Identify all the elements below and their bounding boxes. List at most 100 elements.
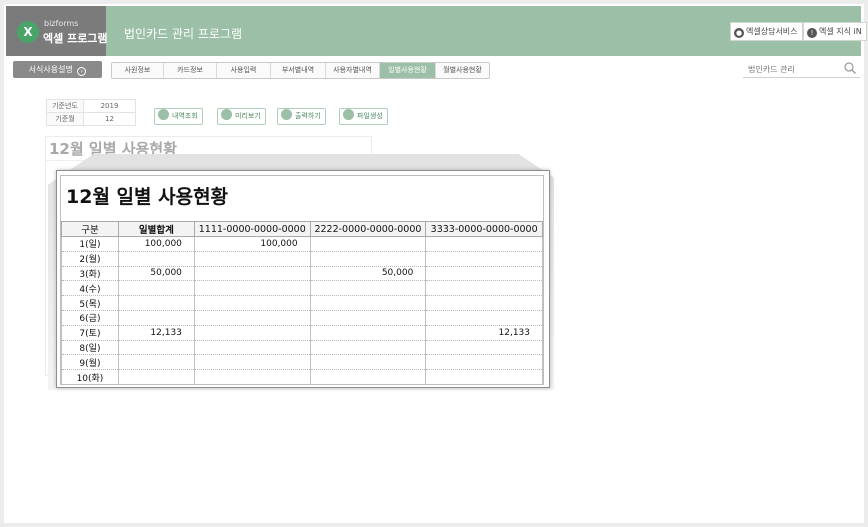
day-cell: 8(일)	[61, 340, 119, 356]
table-row: 2(월)	[61, 251, 543, 267]
day-cell: 10(화)	[61, 369, 119, 384]
table-row: 7(토) 12,133 12,133	[61, 325, 543, 341]
search-input[interactable]	[748, 62, 843, 76]
view-history-button[interactable]: 내역조회	[154, 108, 203, 125]
sheet-content: 12월 일별 사용현황 구분 일별합계 1111-0000-0000-0000 …	[60, 175, 544, 385]
day-cell: 6(금)	[61, 310, 119, 326]
preview-icon	[221, 109, 232, 120]
print-button[interactable]: 출력하기	[277, 108, 326, 125]
card-1111-cell	[193, 340, 311, 356]
card-3333-cell: 12,133	[425, 325, 543, 341]
tab-daily-usage[interactable]: 일별사용현황	[380, 63, 436, 78]
create-file-label: 파일생성	[357, 112, 383, 120]
card-2222-cell	[309, 369, 427, 384]
card-1111-cell	[193, 325, 311, 341]
card-1111-cell	[193, 251, 311, 267]
day-cell: 1(일)	[61, 236, 119, 252]
card-3333-cell	[425, 354, 543, 371]
app-header: X bizforms 엑셀 프로그램 법인카드 관리 프로그램 ● 엑셀상담서비스…	[6, 6, 867, 56]
daily-total-cell: 50,000	[117, 266, 195, 282]
column-header-daily-total: 일별합계	[117, 221, 195, 237]
preview-button[interactable]: 미리보기	[217, 108, 266, 125]
daily-usage-table: 구분 일별합계 1111-0000-0000-0000 2222-0000-00…	[61, 221, 543, 384]
folder-icon	[343, 109, 354, 120]
daily-total-cell	[117, 340, 195, 356]
logo-title: 엑셀 프로그램	[43, 32, 108, 45]
daily-usage-sheet: 12월 일별 사용현황 구분 일별합계 1111-0000-0000-0000 …	[56, 170, 550, 388]
daily-total-cell: 100,000	[117, 236, 195, 252]
table-row: 8(일)	[61, 340, 543, 356]
day-cell: 4(수)	[61, 280, 119, 297]
logo[interactable]: X bizforms 엑셀 프로그램	[6, 6, 108, 56]
card-1111-cell	[193, 280, 311, 297]
table-row: 10(화)	[61, 369, 543, 384]
daily-total-cell	[117, 251, 195, 267]
consult-service-label: 엑셀상담서비스	[746, 27, 798, 36]
daily-total-cell	[117, 295, 195, 311]
column-header-card-3333: 3333-0000-0000-0000	[425, 221, 543, 237]
tab-employee-info[interactable]: 사원정보	[112, 63, 164, 78]
search-box	[743, 60, 860, 78]
card-1111-cell	[193, 266, 311, 282]
tab-usage-entry[interactable]: 사용입력	[217, 63, 271, 78]
daily-total-cell	[117, 369, 195, 384]
search-icon[interactable]	[843, 61, 857, 75]
base-month-value[interactable]: 12	[83, 112, 136, 126]
card-1111-cell	[193, 295, 311, 311]
app-title: 법인카드 관리 프로그램	[124, 27, 243, 41]
card-2222-cell	[309, 280, 427, 297]
view-history-label: 내역조회	[172, 112, 198, 120]
consult-service-button[interactable]: ● 엑셀상담서비스	[730, 22, 803, 41]
excel-logo-icon: X	[17, 21, 39, 43]
card-2222-cell	[309, 251, 427, 267]
day-cell: 3(화)	[61, 266, 119, 282]
list-icon	[158, 109, 169, 120]
knowledge-in-label: 엑셀 지식 iN	[819, 27, 862, 36]
card-2222-cell	[309, 310, 427, 326]
card-3333-cell	[425, 310, 543, 326]
user-icon: ●	[734, 28, 744, 38]
tab-card-info[interactable]: 카드정보	[164, 63, 217, 78]
base-year-label: 기준년도	[46, 99, 84, 113]
column-header-category: 구분	[61, 221, 119, 237]
card-3333-cell	[425, 251, 543, 267]
knowledge-in-button[interactable]: ! 엑셀 지식 iN	[803, 22, 867, 41]
print-label: 출력하기	[295, 112, 321, 120]
card-1111-cell	[193, 369, 311, 384]
usage-guide-label: 서식사용설명	[28, 65, 73, 74]
tab-department-history[interactable]: 부서별내역	[271, 63, 326, 78]
base-year-value[interactable]: 2019	[83, 99, 136, 113]
card-3333-cell	[425, 295, 543, 311]
card-3333-cell	[425, 280, 543, 297]
daily-total-cell	[117, 280, 195, 297]
info-row: 기준년도 2019	[46, 99, 136, 113]
card-3333-cell	[425, 340, 543, 356]
card-1111-cell: 100,000	[193, 236, 311, 252]
card-2222-cell	[309, 340, 427, 356]
card-2222-cell	[309, 354, 427, 371]
print-icon	[281, 109, 292, 120]
card-2222-cell	[309, 325, 427, 341]
tab-monthly-usage[interactable]: 월별사용현황	[436, 63, 489, 78]
day-cell: 2(월)	[61, 251, 119, 267]
table-header-row: 구분 일별합계 1111-0000-0000-0000 2222-0000-00…	[61, 221, 543, 237]
card-2222-cell	[309, 295, 427, 311]
tab-user-history[interactable]: 사용자별내역	[326, 63, 380, 78]
info-row: 기준월 12	[46, 112, 136, 126]
day-cell: 9(월)	[61, 354, 119, 371]
logo-subtitle: bizforms	[44, 19, 79, 28]
create-file-button[interactable]: 파일생성	[339, 108, 388, 125]
preview-label: 미리보기	[235, 112, 261, 120]
table-row: 1(일) 100,000 100,000	[61, 236, 543, 252]
column-header-card-2222: 2222-0000-0000-0000	[309, 221, 427, 237]
column-header-card-1111: 1111-0000-0000-0000	[193, 221, 311, 237]
card-1111-cell	[193, 354, 311, 371]
menu-tabs: 사원정보 카드정보 사용입력 부서별내역 사용자별내역 일별사용현황 월별사용현…	[111, 62, 490, 79]
table-row: 3(화) 50,000 50,000	[61, 266, 543, 282]
table-row: 9(월)	[61, 354, 543, 371]
usage-guide-button[interactable]: 서식사용설명 ›	[13, 61, 102, 78]
base-month-label: 기준월	[46, 112, 84, 126]
info-icon: !	[807, 28, 817, 38]
daily-total-cell	[117, 310, 195, 326]
card-2222-cell: 50,000	[309, 266, 427, 282]
